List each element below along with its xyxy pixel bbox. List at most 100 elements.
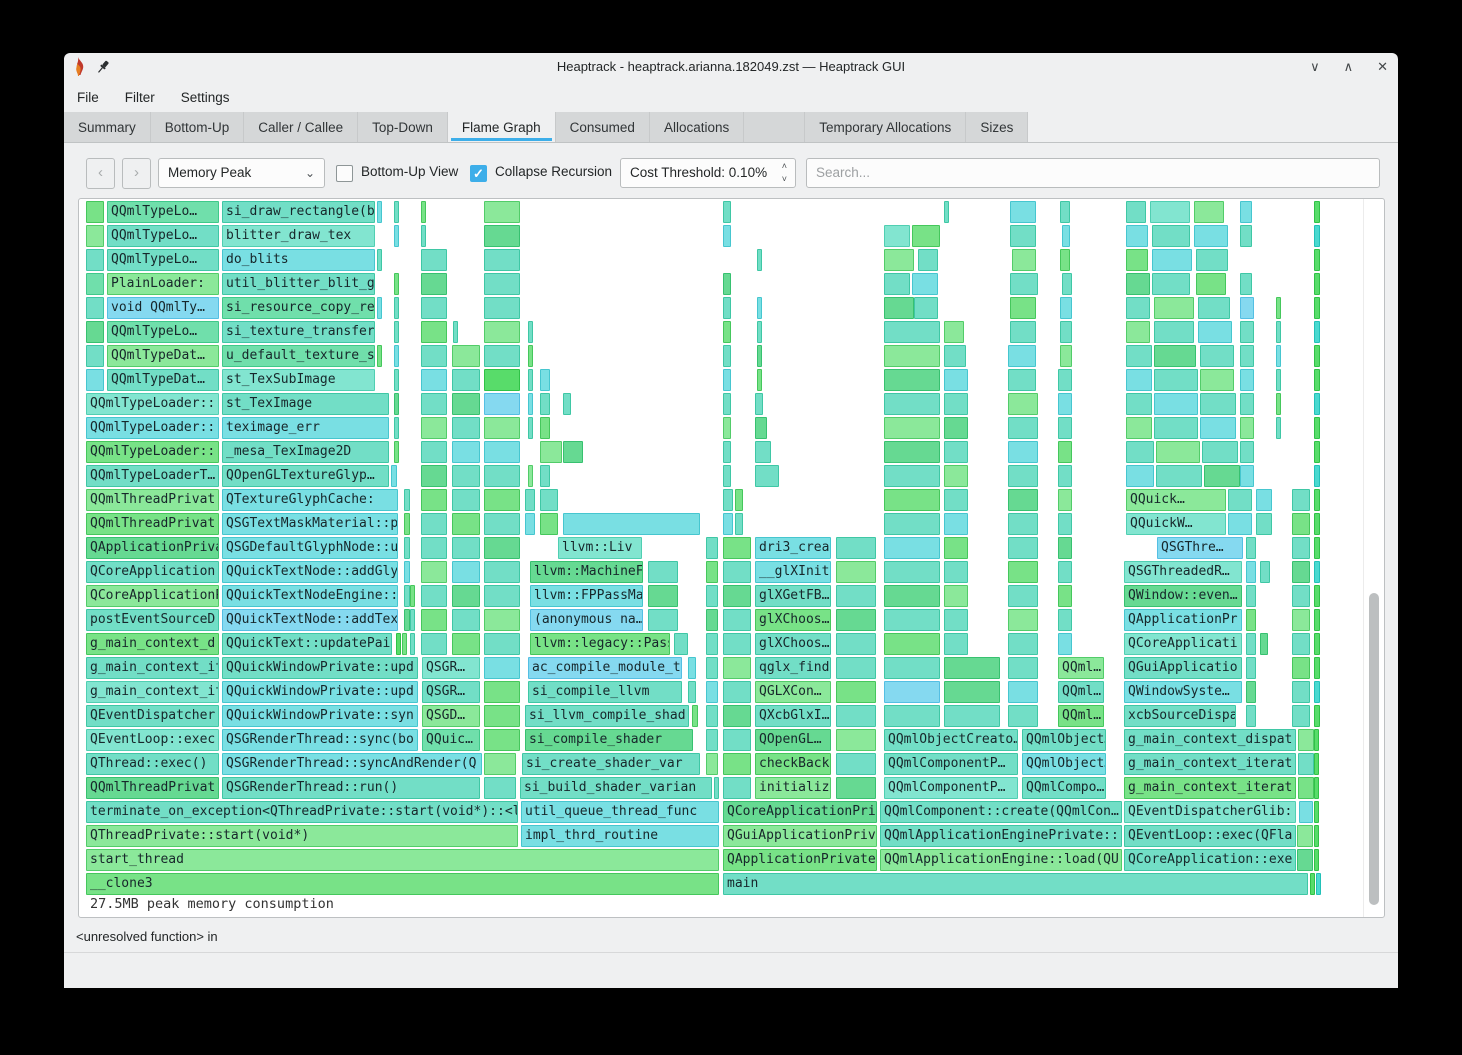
flame-node-small[interactable] — [1246, 705, 1256, 727]
flame-node-small[interactable] — [377, 297, 382, 319]
flame-node-small[interactable] — [452, 561, 480, 583]
flame-node-small[interactable] — [723, 537, 751, 559]
flame-node[interactable]: util_blitter_blit_g — [222, 273, 375, 295]
flame-node-small[interactable] — [1156, 465, 1202, 487]
flame-node[interactable]: QSGThre… — [1157, 537, 1243, 559]
flame-node-small[interactable] — [723, 705, 751, 727]
flame-node-small[interactable] — [1196, 249, 1228, 271]
flame-node-small[interactable] — [484, 297, 520, 319]
flame-node-small[interactable] — [86, 297, 104, 319]
flame-node-small[interactable] — [540, 417, 550, 439]
flame-node-small[interactable] — [528, 369, 533, 391]
flame-node[interactable]: QSGDefaultGlyphNode::u — [222, 537, 398, 559]
flame-node-small[interactable] — [1314, 345, 1320, 367]
flame-node[interactable]: QQml… — [1058, 705, 1104, 727]
flame-node-small[interactable] — [484, 609, 520, 631]
flame-node[interactable]: QQuickText::updatePain — [222, 633, 392, 655]
tab-temporary-allocations[interactable]: Temporary Allocations — [805, 112, 966, 142]
flame-node[interactable]: QXcbGlxI… — [755, 705, 831, 727]
flame-node-small[interactable] — [86, 225, 104, 247]
flame-node-small[interactable] — [944, 393, 968, 415]
flame-node[interactable]: glXChoos… — [755, 609, 831, 631]
flame-node[interactable]: st_TexSubImage — [222, 369, 375, 391]
flame-node-small[interactable] — [452, 393, 480, 415]
flame-node-small[interactable] — [884, 369, 940, 391]
flame-node-small[interactable] — [836, 537, 876, 559]
flame-node-small[interactable] — [1126, 225, 1148, 247]
flame-node-small[interactable] — [404, 489, 410, 511]
flame-node-small[interactable] — [918, 249, 938, 271]
flame-node-small[interactable] — [1126, 321, 1150, 343]
flame-graph-view[interactable]: QQmlTypeLo…si_draw_rectangle(bQQmlTypeLo… — [78, 198, 1385, 918]
flame-node-small[interactable] — [1314, 537, 1320, 559]
flame-node[interactable]: QApplicationPrivate: — [723, 849, 877, 871]
flame-node-small[interactable] — [723, 609, 751, 631]
back-button[interactable]: ‹ — [86, 158, 115, 189]
flame-node-small[interactable] — [484, 393, 520, 415]
flame-node-small[interactable] — [723, 753, 751, 775]
flame-node[interactable]: QGuiApplicatio — [1124, 657, 1242, 679]
flame-node-small[interactable] — [404, 513, 410, 535]
flame-node-small[interactable] — [421, 561, 447, 583]
flame-node-small[interactable] — [484, 441, 520, 463]
flame-node-small[interactable] — [1126, 201, 1146, 223]
flame-node-small[interactable] — [723, 681, 751, 703]
flame-node-small[interactable] — [484, 201, 520, 223]
flame-node-small[interactable] — [1154, 393, 1198, 415]
search-input[interactable]: Search... — [806, 158, 1380, 188]
flame-node[interactable]: g_main_context_iterat — [1124, 753, 1296, 775]
flame-node[interactable]: QQuickW… — [1126, 513, 1226, 535]
flame-node-small[interactable] — [723, 321, 731, 343]
flame-node-small[interactable] — [1240, 201, 1252, 223]
tab-sizes[interactable]: Sizes — [966, 112, 1028, 142]
flame-node[interactable]: QOpenGL… — [755, 729, 831, 751]
flame-node-small[interactable] — [540, 393, 550, 415]
flame-node-small[interactable] — [1276, 345, 1281, 367]
flame-node-small[interactable] — [1058, 393, 1072, 415]
flame-node-small[interactable] — [1008, 513, 1038, 535]
flame-node[interactable]: si_compile_llvm — [528, 681, 682, 703]
flame-node-small[interactable] — [1297, 849, 1313, 871]
flame-node-small[interactable] — [706, 681, 718, 703]
flame-node-small[interactable] — [484, 273, 520, 295]
flame-node[interactable]: QGuiApplicationPriva — [723, 825, 877, 847]
flame-node-small[interactable] — [1292, 681, 1310, 703]
flame-node-small[interactable] — [1126, 441, 1154, 463]
forward-button[interactable]: › — [122, 158, 151, 189]
cost-type-dropdown[interactable]: Memory Peak ⌄ — [158, 158, 325, 188]
flame-node-small[interactable] — [1314, 249, 1320, 271]
flame-node-small[interactable] — [1246, 681, 1256, 703]
flame-node-small[interactable] — [723, 777, 751, 799]
flame-node[interactable]: g_main_context_it — [86, 657, 219, 679]
flame-node-small[interactable] — [1314, 561, 1320, 583]
flame-node-small[interactable] — [540, 465, 550, 487]
flame-node-small[interactable] — [884, 225, 910, 247]
flame-node-small[interactable] — [688, 681, 696, 703]
flame-node-small[interactable] — [688, 657, 696, 679]
flame-node-small[interactable] — [723, 513, 733, 535]
flame-node-small[interactable] — [1200, 369, 1234, 391]
flame-node-small[interactable] — [1058, 561, 1072, 583]
flame-node-small[interactable] — [1060, 249, 1070, 271]
flame-node-small[interactable] — [884, 297, 914, 319]
flame-node-small[interactable] — [452, 441, 480, 463]
flame-node-small[interactable] — [884, 321, 940, 343]
flame-node-small[interactable] — [714, 777, 719, 799]
flame-node-small[interactable] — [755, 441, 771, 463]
tab-summary[interactable]: Summary — [64, 112, 151, 142]
flame-node-small[interactable] — [1314, 705, 1320, 727]
collapse-recursion-checkbox[interactable]: ✓ — [470, 165, 487, 182]
flame-node-small[interactable] — [421, 537, 447, 559]
flame-node[interactable]: QQmlComponent::create(QQmlCon… — [880, 801, 1122, 823]
flame-node-small[interactable] — [706, 633, 718, 655]
flame-node[interactable]: impl_thrd_routine — [521, 825, 719, 847]
flame-node-small[interactable] — [836, 681, 876, 703]
flame-node-small[interactable] — [757, 321, 762, 343]
flame-node-small[interactable] — [394, 321, 399, 343]
flame-node-small[interactable] — [706, 753, 718, 775]
flame-node-small[interactable] — [1150, 201, 1190, 223]
flame-node-small[interactable] — [1240, 297, 1254, 319]
flame-node-small[interactable] — [86, 273, 104, 295]
flame-node-small[interactable] — [1314, 777, 1319, 799]
flame-node-small[interactable] — [1240, 273, 1252, 295]
